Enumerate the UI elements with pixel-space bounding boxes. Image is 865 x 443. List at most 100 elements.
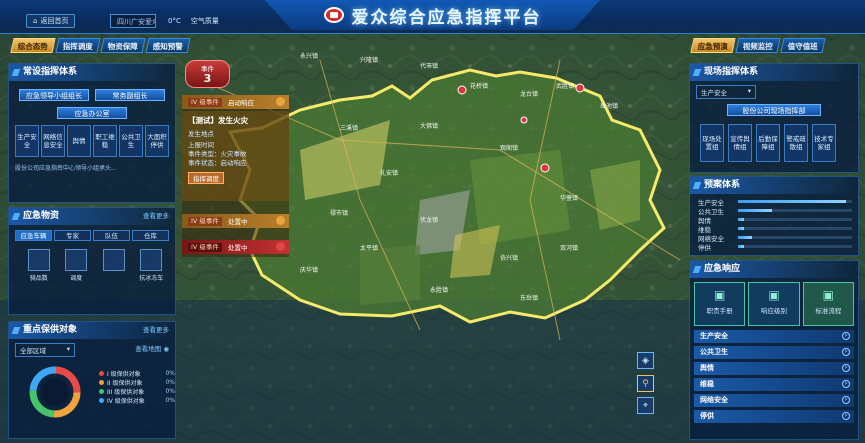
- plan-row-label: 停供: [698, 243, 711, 252]
- live-groups: 现场处置组 宣传舆情组 后勤保障组 警戒疏散组 技术专家组: [690, 116, 858, 162]
- protect-levels: I 级保供对象 0% II 级保供对象 0% III 级保供对象 0% IV 级保供对象 0%: [99, 369, 175, 405]
- live-group-cell[interactable]: 警戒疏散组: [784, 124, 808, 162]
- supplies-tab[interactable]: 队伍: [93, 230, 130, 241]
- response-list-item[interactable]: 网络安全 ›: [694, 394, 854, 407]
- office-button[interactable]: 应急办公室: [57, 107, 127, 119]
- plan-row-fill: [738, 209, 773, 212]
- event-count-badge[interactable]: 事件 3: [185, 60, 230, 88]
- chevron-right-icon: ›: [842, 348, 850, 356]
- district-marker: [575, 83, 585, 93]
- org-group-cell[interactable]: 职工维稳: [93, 125, 117, 157]
- more-link[interactable]: 查看更多: [143, 208, 169, 225]
- plan-row-track: [738, 218, 852, 221]
- supply-item[interactable]: 抗冰冻车: [136, 249, 168, 282]
- panel-title: 预案体系: [690, 177, 858, 194]
- response-card[interactable]: ▣ 响应级别: [748, 282, 800, 326]
- org-group-cell[interactable]: 生产安全: [15, 125, 39, 157]
- town-label: 太平镇: [360, 244, 378, 252]
- event-card[interactable]: IV 级事件 启动响应: [182, 95, 289, 109]
- town-label: 双河镇: [560, 244, 578, 252]
- event-card[interactable]: IV 级事件 处置中: [182, 214, 289, 228]
- protect-level-value: 0%: [165, 370, 175, 377]
- field-hq-button[interactable]: 股份公司现场指挥部: [727, 104, 821, 116]
- left-nav-tabs: 综合态势 指挥调度 物资保障 感知预警: [10, 38, 191, 53]
- plan-row-fill: [738, 218, 744, 221]
- view-map-link[interactable]: 查看地图 ◉: [135, 343, 169, 357]
- right-nav-tab[interactable]: 应急预演: [690, 38, 736, 53]
- plan-row-track: [738, 236, 852, 239]
- layers-button[interactable]: ◈: [637, 352, 654, 369]
- live-group-cell[interactable]: 后勤保障组: [756, 124, 780, 162]
- deputy-button[interactable]: 常务副组长: [95, 89, 165, 101]
- title-banner: 爱众综合应急指挥平台: [265, 0, 600, 30]
- left-nav-tab-label: 指挥调度: [62, 42, 93, 51]
- event-detail: 【测试】发生火灾 发生地点 上报时间 事件类型：火灾事故 事件状态：启动响应 指…: [182, 111, 289, 201]
- event-popup: IV 级事件 启动响应 【测试】发生火灾 发生地点 上报时间 事件类型：火灾事故…: [182, 95, 289, 257]
- map-icon: ◉: [163, 345, 169, 353]
- response-list-item[interactable]: 维稳 ›: [694, 378, 854, 391]
- response-card[interactable]: ▣ 职责手册: [694, 282, 746, 326]
- town-label: 礼安镇: [380, 169, 398, 177]
- left-nav-tab[interactable]: 感知预警: [145, 38, 191, 53]
- plan-row-track: [738, 227, 852, 230]
- left-nav-tab-label: 物资保障: [107, 42, 138, 51]
- live-group-cell[interactable]: 现场处置组: [700, 124, 724, 162]
- live-group-cell[interactable]: 宣传舆情组: [728, 124, 752, 162]
- town-label: 永兴镇: [300, 52, 318, 60]
- supply-item-label: 骑品数: [29, 275, 48, 282]
- supply-item[interactable]: 骑品数: [23, 249, 55, 282]
- response-card[interactable]: ▣ 标准流程: [802, 282, 854, 326]
- response-card-label: 职责手册: [706, 307, 733, 315]
- dispatch-button[interactable]: 指挥调度: [188, 172, 224, 184]
- more-link[interactable]: 查看更多: [143, 322, 169, 339]
- panel-title: 应急物资: [23, 211, 60, 221]
- right-nav-tab[interactable]: 值守值班: [780, 38, 826, 53]
- chevron-right-icon: ›: [842, 332, 850, 340]
- live-category-select[interactable]: 生产安全 ▾: [696, 85, 756, 99]
- response-list-item[interactable]: 舆情 ›: [694, 362, 854, 375]
- measure-button[interactable]: ⌖: [637, 397, 654, 414]
- plan-row[interactable]: 停供: [698, 242, 852, 252]
- response-list-item[interactable]: 公共卫生 ›: [694, 346, 854, 359]
- protect-level-label: II 级保供对象: [107, 380, 143, 387]
- panel-title: 现场指挥体系: [690, 64, 858, 81]
- supply-item[interactable]: 调度: [61, 249, 93, 282]
- region-filter-select[interactable]: 全部区域 ▾: [15, 343, 75, 357]
- back-home-button[interactable]: ⌂ 返回首页: [26, 14, 76, 28]
- live-group-cell[interactable]: 技术专家组: [812, 124, 836, 162]
- chevron-down-icon: ▾: [66, 345, 70, 353]
- response-list-item[interactable]: 生产安全 ›: [694, 330, 854, 343]
- supplies-tab[interactable]: 专家: [54, 230, 91, 241]
- right-nav-tab[interactable]: 视频监控: [735, 38, 781, 53]
- temperature: 0°C: [168, 17, 181, 25]
- supply-item[interactable]: [98, 249, 130, 281]
- plan-row-fill: [738, 236, 752, 239]
- page-title: 爱众综合应急指挥平台: [351, 7, 542, 28]
- org-group-cell[interactable]: 舆情: [67, 125, 91, 157]
- leader-button[interactable]: 应急领导小组组长: [19, 89, 89, 101]
- town-label: 三溪镇: [340, 124, 358, 132]
- left-nav-tab-label: 感知预警: [152, 42, 183, 51]
- org-groups: 生产安全 网络信息安全 舆情 职工维稳 公共卫生 大面积停供: [9, 119, 175, 157]
- right-nav-tab-label: 值守值班: [787, 42, 818, 51]
- supplies-tab[interactable]: 仓库: [132, 230, 169, 241]
- left-nav-tab[interactable]: 物资保障: [100, 38, 146, 53]
- protect-level-label: III 级保供对象: [107, 389, 145, 396]
- legend-dot: [99, 380, 104, 385]
- town-label: 华蓥镇: [560, 194, 578, 202]
- region-select[interactable]: 四川广安爱众股...: [110, 14, 156, 28]
- response-list: 生产安全 › 公共卫生 › 舆情 › 维稳 › 网络安全 › 停供 ›: [690, 330, 858, 423]
- org-group-cell[interactable]: 网络信息安全: [41, 125, 65, 157]
- location-button[interactable]: ⚲: [637, 375, 654, 392]
- left-nav-tab[interactable]: 综合态势: [10, 38, 56, 53]
- town-label: 庆华镇: [300, 266, 318, 274]
- left-nav-tab[interactable]: 指挥调度: [55, 38, 101, 53]
- org-group-cell[interactable]: 大面积停供: [145, 125, 169, 157]
- org-group-cell[interactable]: 公共卫生: [119, 125, 143, 157]
- response-list-item[interactable]: 停供 ›: [694, 410, 854, 423]
- event-card[interactable]: IV 级事件 处置中: [182, 240, 289, 254]
- view-map-label: 查看地图: [135, 345, 162, 353]
- district-marker: [520, 116, 528, 124]
- dispatch-icon: [65, 249, 88, 271]
- supplies-tab[interactable]: 应急车辆: [15, 230, 52, 241]
